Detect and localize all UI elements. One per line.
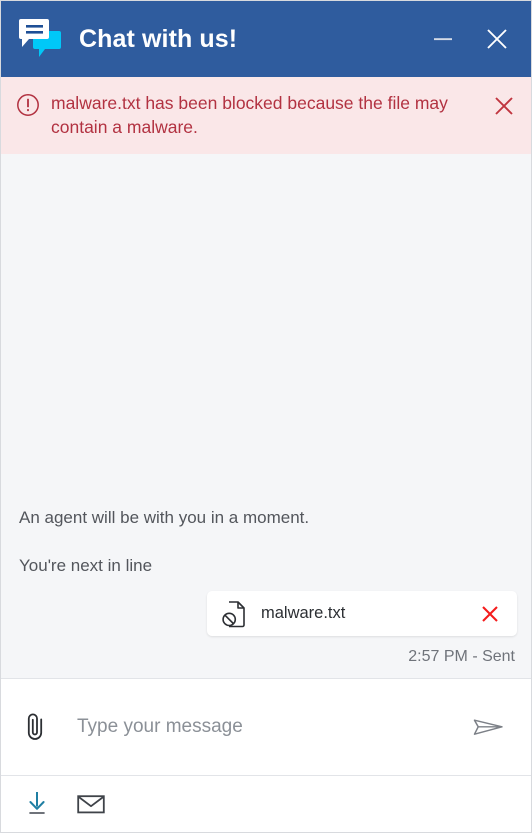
attachment-remove-button[interactable] — [477, 601, 503, 627]
alert-message: malware.txt has been blocked because the… — [51, 93, 448, 138]
chat-bubbles-icon — [17, 17, 67, 61]
message-status: 2:57 PM - Sent — [408, 648, 515, 665]
system-message: An agent will be with you in a moment. — [19, 507, 310, 527]
footer-toolbar — [1, 776, 531, 832]
attachment-row: malware.txt — [19, 591, 517, 636]
exclamation-circle-icon — [15, 92, 41, 118]
window-controls — [423, 19, 517, 59]
send-paper-plane-icon[interactable] — [467, 706, 509, 748]
close-button[interactable] — [477, 19, 517, 59]
blocked-file-icon — [221, 600, 247, 628]
composer — [1, 679, 531, 776]
message-list: An agent will be with you in a moment. Y… — [1, 154, 531, 679]
alert-banner: malware.txt has been blocked because the… — [1, 77, 531, 155]
alert-close-button[interactable] — [489, 91, 519, 121]
chat-widget: Chat with us! malware.txt has been block… — [0, 0, 532, 833]
titlebar: Chat with us! — [1, 1, 531, 77]
queue-position-message: You're next in line — [19, 555, 153, 575]
envelope-icon[interactable] — [75, 788, 107, 820]
attachment-filename: malware.txt — [261, 604, 346, 622]
minimize-button[interactable] — [423, 19, 463, 59]
attachment-card[interactable]: malware.txt — [207, 591, 517, 636]
message-input[interactable] — [53, 707, 467, 747]
paperclip-icon[interactable] — [19, 705, 53, 749]
download-icon[interactable] — [21, 788, 53, 820]
page-title: Chat with us! — [79, 24, 238, 53]
